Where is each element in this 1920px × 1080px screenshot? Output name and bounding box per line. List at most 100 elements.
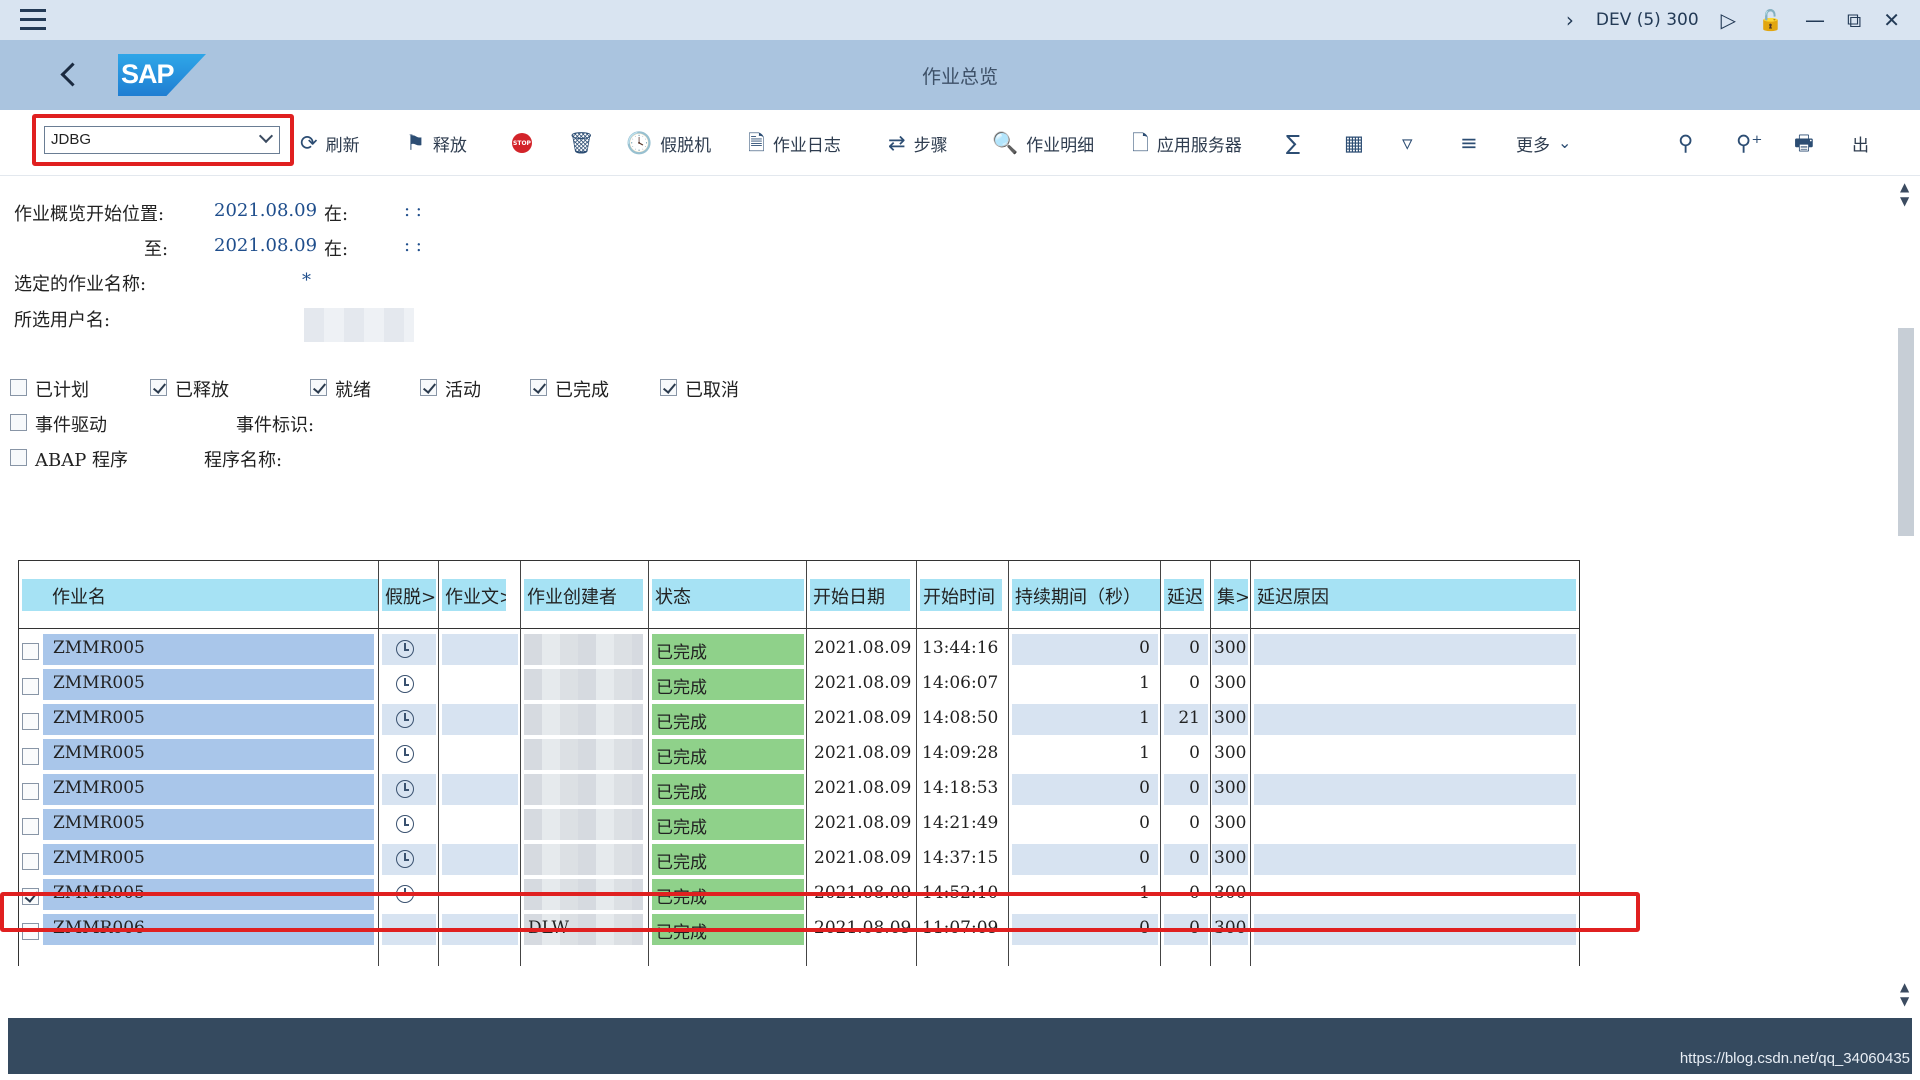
spool-cell[interactable] xyxy=(382,739,436,770)
row-select-checkbox[interactable] xyxy=(22,643,39,660)
job-name-cell[interactable]: ZMMR005 xyxy=(43,774,374,805)
table-row[interactable]: ZMMR005 已完成 2021.08.09 14:18:53 0 0 300 xyxy=(19,771,1579,806)
search-more-button[interactable]: ⚲⁺ xyxy=(1736,128,1762,158)
col-jobname[interactable]: 作业名 xyxy=(22,579,378,611)
creator-cell xyxy=(524,634,643,665)
job-name-cell[interactable]: ZMMR005 xyxy=(43,809,374,840)
minimize-icon[interactable]: — xyxy=(1805,10,1825,30)
filter-finished-checkbox[interactable] xyxy=(530,379,547,396)
creator-cell xyxy=(524,704,643,735)
status-cell: 已完成 xyxy=(652,634,804,665)
app-server-button[interactable]: 🗋 应用服务器 xyxy=(1132,128,1242,158)
filter-ready-checkbox[interactable] xyxy=(310,379,327,396)
scroll-up-icon[interactable]: ▲ xyxy=(1900,180,1909,194)
spool-cell[interactable] xyxy=(382,844,436,875)
table-row[interactable]: ZMMR005 已完成 2021.08.09 14:08:50 1 21 300 xyxy=(19,701,1579,736)
table-row[interactable]: ZMMR005 已完成 2021.08.09 14:37:15 0 0 300 xyxy=(19,841,1579,876)
jobname-field[interactable]: * xyxy=(302,270,311,291)
row-select-checkbox[interactable] xyxy=(22,818,39,835)
spool-cell[interactable] xyxy=(382,774,436,805)
status-cell: 已完成 xyxy=(652,844,804,875)
job-name-cell[interactable]: ZMMR005 xyxy=(43,634,374,665)
log-icon: 🗎 xyxy=(748,130,765,155)
vertical-scrollbar[interactable]: ▲ ▼ ▲ ▼ xyxy=(1896,180,1916,1010)
status-cell: 已完成 xyxy=(652,739,804,770)
col-creator[interactable]: 作业创建者 xyxy=(524,579,643,611)
filter-released-checkbox[interactable] xyxy=(150,379,167,396)
job-name-cell[interactable]: ZMMR005 xyxy=(43,669,374,700)
print-button[interactable]: 🖶 xyxy=(1794,128,1814,158)
table-row[interactable]: ZMMR005 已完成 2021.08.09 14:09:28 1 0 300 xyxy=(19,736,1579,771)
chevron-right-icon[interactable]: › xyxy=(1566,10,1574,30)
spool-cell[interactable] xyxy=(382,809,436,840)
play-icon[interactable]: ▷ xyxy=(1721,10,1736,30)
to-time-field[interactable]: : : xyxy=(404,235,422,256)
job-name-cell[interactable]: ZMMR005 xyxy=(43,704,374,735)
user-field-blurred[interactable] xyxy=(304,308,414,342)
col-start-time[interactable]: 开始时间 xyxy=(920,579,1002,611)
row-select-checkbox[interactable] xyxy=(22,678,39,695)
variant-dropdown[interactable]: JDBG xyxy=(44,126,280,154)
from-date-field[interactable]: 2021.08.09 xyxy=(214,200,317,221)
row-select-checkbox[interactable] xyxy=(22,748,39,765)
job-log-label: 作业日志 xyxy=(772,135,841,156)
creator-cell xyxy=(524,739,643,770)
col-job-doc[interactable]: 作业文> xyxy=(442,579,506,611)
event-driven-checkbox[interactable] xyxy=(10,414,27,431)
sort-button[interactable]: ≡ xyxy=(1460,128,1478,158)
col-delay[interactable]: 延迟 xyxy=(1164,579,1204,611)
job-log-button[interactable]: 🗎 作业日志 xyxy=(748,128,841,158)
selected-row-highlight xyxy=(0,892,1640,932)
col-delay-reason[interactable]: 延迟原因 xyxy=(1254,579,1576,611)
status-cell: 已完成 xyxy=(652,809,804,840)
row-select-checkbox[interactable] xyxy=(22,783,39,800)
filter-planned-checkbox[interactable] xyxy=(10,379,27,396)
step-button[interactable]: ⇄ 步骤 xyxy=(888,128,948,158)
release-button[interactable]: ⚑ 释放 xyxy=(406,128,467,158)
offline-button[interactable]: 🕓 假脱机 xyxy=(626,128,711,158)
col-client[interactable]: 集> xyxy=(1214,579,1248,611)
layout-button[interactable]: ▦ xyxy=(1344,128,1364,158)
filter-button[interactable]: ▿ xyxy=(1402,128,1413,158)
grid-icon: ▦ xyxy=(1344,130,1364,155)
to-date-field[interactable]: 2021.08.09 xyxy=(214,235,317,256)
from-time-field[interactable]: : : xyxy=(404,200,422,221)
close-icon[interactable]: ✕ xyxy=(1883,10,1900,30)
restore-icon[interactable]: ⧉ xyxy=(1847,10,1861,30)
delete-button[interactable]: 🗑 xyxy=(568,128,595,158)
refresh-button[interactable]: ⟳ 刷新 xyxy=(300,128,360,158)
col-status[interactable]: 状态 xyxy=(652,579,804,611)
exit-button[interactable]: 出 xyxy=(1852,128,1869,158)
col-duration[interactable]: 持续期间（秒） xyxy=(1012,579,1160,611)
scroll-down-icon[interactable]: ▼ xyxy=(1900,194,1909,208)
col-start-date[interactable]: 开始日期 xyxy=(810,579,910,611)
row-select-checkbox[interactable] xyxy=(22,713,39,730)
abap-program-checkbox[interactable] xyxy=(10,449,27,466)
col-spool[interactable]: 假脱> xyxy=(382,579,436,611)
job-details-button[interactable]: 🔍 作业明细 xyxy=(992,128,1094,158)
table-row[interactable]: ZMMR005 已完成 2021.08.09 14:21:49 0 0 300 xyxy=(19,806,1579,841)
spool-cell[interactable] xyxy=(382,669,436,700)
table-row[interactable]: ZMMR005 已完成 2021.08.09 13:44:16 0 0 300 xyxy=(19,631,1579,666)
stop-button[interactable]: STOP xyxy=(512,128,532,158)
more-button[interactable]: 更多 ⌄ xyxy=(1516,128,1571,158)
row-select-checkbox[interactable] xyxy=(22,853,39,870)
unlock-icon[interactable]: 🔓 xyxy=(1758,10,1783,30)
scroll-up-icon[interactable]: ▲ xyxy=(1900,980,1909,994)
filter-canceled-checkbox[interactable] xyxy=(660,379,677,396)
menu-icon[interactable] xyxy=(20,9,46,31)
job-name-cell[interactable]: ZMMR005 xyxy=(43,739,374,770)
creator-cell xyxy=(524,844,643,875)
job-name-cell[interactable]: ZMMR005 xyxy=(43,844,374,875)
filter-planned-label: 已计划 xyxy=(35,380,89,401)
start-date-cell: 2021.08.09 xyxy=(814,813,912,833)
server-icon: 🗋 xyxy=(1132,130,1149,155)
scroll-down-icon[interactable]: ▼ xyxy=(1900,994,1909,1008)
sum-button[interactable]: ∑ xyxy=(1286,128,1300,158)
filter-active-checkbox[interactable] xyxy=(420,379,437,396)
search-button[interactable]: ⚲ xyxy=(1678,128,1693,158)
scrollbar-thumb[interactable] xyxy=(1898,328,1914,536)
spool-cell[interactable] xyxy=(382,634,436,665)
spool-cell[interactable] xyxy=(382,704,436,735)
table-row[interactable]: ZMMR005 已完成 2021.08.09 14:06:07 1 0 300 xyxy=(19,666,1579,701)
